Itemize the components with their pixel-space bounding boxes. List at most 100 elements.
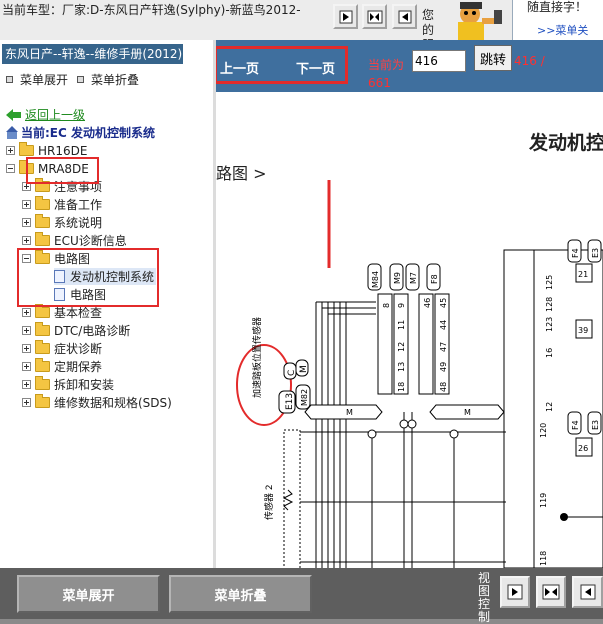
- expand-plus-icon[interactable]: [22, 362, 31, 371]
- expand-plus-icon[interactable]: [22, 308, 31, 317]
- connector-f8-label: F8: [430, 274, 439, 284]
- mascot-icon: [444, 0, 512, 40]
- sensor2-label: 传感器 2: [263, 484, 275, 520]
- sidebar: 东风日产--轩逸--维修手册(2012) 菜单展开 菜单折叠 返回上一级 当前:…: [0, 40, 213, 568]
- pin-label: 46: [423, 298, 432, 308]
- ecm-pin: 12: [545, 402, 554, 412]
- expand-plus-icon[interactable]: [22, 218, 31, 227]
- expand-square-icon: [6, 76, 13, 83]
- highlight-pager: [216, 46, 348, 84]
- expand-plus-icon[interactable]: [22, 326, 31, 335]
- vehicle-title: 当前车型：厂家:D-东风日产轩逸(Sylphy)-新蓝鸟2012-: [2, 3, 301, 17]
- menu-expand-link[interactable]: 菜单展开: [6, 71, 68, 88]
- folder-icon: [35, 340, 50, 354]
- expand-plus-icon[interactable]: [22, 344, 31, 353]
- bottom-prev-button[interactable]: [572, 576, 603, 608]
- tree-label: 拆卸和安装: [54, 378, 115, 392]
- wire-number: 120: [539, 423, 548, 438]
- ecm-pin: 128: [545, 297, 554, 312]
- current-node: 当前:EC 发动机控制系统: [6, 124, 155, 141]
- connector-e13-label: E13: [285, 393, 295, 410]
- expand-plus-icon[interactable]: [22, 200, 31, 209]
- expand-plus-icon[interactable]: [22, 236, 31, 245]
- highlight-mra8de: [26, 157, 99, 184]
- expand-plus-icon[interactable]: [22, 398, 31, 407]
- expand-plus-icon[interactable]: [6, 146, 15, 155]
- connector-m82-label: M82: [300, 389, 309, 406]
- home-icon: [6, 125, 18, 139]
- top-bar: 当前车型：厂家:D-东风日产轩逸(Sylphy)-新蓝鸟2012- 您的服务 随…: [0, 0, 603, 67]
- tree-label: DTC/电路诊断: [54, 324, 131, 338]
- highlight-wiring: [17, 248, 159, 307]
- bottom-expand-button[interactable]: 菜单展开: [17, 575, 160, 613]
- top-connectors: M84 M9 M7 F8: [367, 263, 441, 291]
- tree-label: 准备工作: [54, 198, 103, 212]
- pin-label: 48: [439, 382, 448, 392]
- pin-label: 13: [397, 362, 406, 372]
- tree-item-maintenance[interactable]: 定期保养: [22, 358, 102, 375]
- tree-item-system-description[interactable]: 系统说明: [22, 214, 102, 231]
- menu-close-link[interactable]: >>菜单关: [537, 22, 588, 38]
- document-viewer: 上一页 下一页 当前为 跳转 416 / 661 发动机控 路图 > 加速踏板位…: [216, 40, 603, 568]
- pin-label: 8: [382, 303, 391, 308]
- current-label: 当前:EC 发动机控制系统: [21, 126, 155, 140]
- pin-label: 12: [397, 342, 406, 352]
- connector-e3b-label: E3: [591, 420, 600, 430]
- tree-item-symptom[interactable]: 症状诊断: [22, 340, 102, 357]
- ecm-pin: 125: [545, 275, 554, 290]
- back-label: 返回上一级: [25, 108, 86, 122]
- folder-icon: [19, 142, 34, 156]
- tree-label: 维修数据和规格(SDS): [54, 396, 172, 410]
- tree-label: 定期保养: [54, 360, 103, 374]
- bottom-next-button[interactable]: [500, 576, 530, 608]
- wire-number: 118: [539, 551, 548, 566]
- tree-item-sds[interactable]: 维修数据和规格(SDS): [22, 394, 172, 411]
- tree-item-dtc[interactable]: DTC/电路诊断: [22, 322, 130, 339]
- pin-label: 45: [439, 298, 448, 308]
- manual-title: 东风日产--轩逸--维修手册(2012): [2, 44, 183, 64]
- sensor-label: 加速踏板位置传感器: [251, 317, 263, 398]
- folder-icon: [35, 322, 50, 336]
- tree-item-preparation[interactable]: 准备工作: [22, 196, 102, 213]
- folder-icon: [35, 196, 50, 210]
- menu-expand-label: 菜单展开: [20, 73, 69, 87]
- tree-item-removal[interactable]: 拆卸和安装: [22, 376, 114, 393]
- collapse-square-icon: [77, 76, 84, 83]
- nav-first-button[interactable]: [362, 4, 387, 29]
- wire-numbers: 120 119 118: [539, 423, 548, 566]
- bottom-collapse-button[interactable]: 菜单折叠: [169, 575, 312, 613]
- promo-text: 随直接字！: [527, 0, 588, 14]
- nav-prev-button[interactable]: [392, 4, 417, 29]
- pin-label: 18: [397, 382, 406, 392]
- double-arrow-icon: [367, 10, 382, 23]
- bar-m-label-2: M: [464, 408, 471, 417]
- expand-plus-icon[interactable]: [22, 380, 31, 389]
- bar-m-label: M: [346, 408, 353, 417]
- menu-collapse-link[interactable]: 菜单折叠: [77, 71, 139, 88]
- connector-bar-left: [304, 404, 383, 420]
- promo-panel: 随直接字！ >>菜单关: [512, 0, 603, 40]
- page-current-number: 416 /: [514, 54, 545, 68]
- letter-m-label: M: [299, 365, 309, 373]
- folder-icon: [35, 376, 50, 390]
- connector-m7-label: M7: [409, 272, 418, 284]
- page-total-count: 661: [368, 76, 391, 90]
- collapse-minus-icon[interactable]: [6, 164, 15, 173]
- bottom-bar: 菜单展开 菜单折叠 视图控制: [0, 568, 603, 624]
- jump-button[interactable]: 跳转: [474, 45, 512, 71]
- pin-label: 49: [439, 362, 448, 372]
- wiring-diagram[interactable]: 加速踏板位置传感器 E13 C M M82 M84 M9 M7 F8 8 9 1…: [216, 180, 603, 568]
- folder-icon: [35, 358, 50, 372]
- bottom-first-button[interactable]: [536, 576, 566, 608]
- ecm-pin: 123: [545, 317, 554, 332]
- menu-collapse-label: 菜单折叠: [91, 73, 140, 87]
- tree-item-ecu-diagnosis[interactable]: ECU诊断信息: [22, 232, 127, 249]
- pin-26-label: 26: [578, 444, 588, 453]
- wire-number: 119: [539, 493, 548, 508]
- double-arrow-icon: [542, 584, 560, 600]
- diagram-title: 发动机控: [529, 132, 603, 154]
- back-link[interactable]: 返回上一级: [6, 106, 85, 123]
- page-number-input[interactable]: [412, 50, 466, 72]
- nav-next-button[interactable]: [333, 4, 358, 29]
- pin-label: 9: [397, 303, 406, 308]
